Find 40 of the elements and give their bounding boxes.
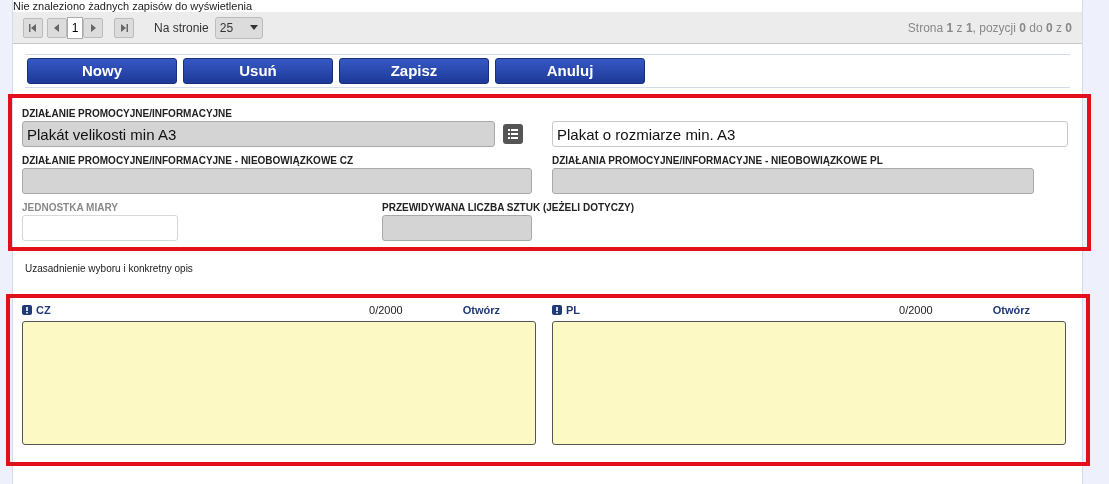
last-page-button[interactable] — [114, 17, 134, 38]
list-icon[interactable] — [503, 124, 523, 144]
input-field[interactable]: Plakát velikosti min A3 — [22, 121, 495, 147]
page-number-field[interactable]: 1 — [67, 16, 83, 39]
left-triangle-icon — [28, 22, 38, 33]
right-triangle-icon — [119, 22, 129, 33]
field-label: DZIAŁANIE PROMOCYJNE/INFORMACYJNE — [22, 107, 233, 121]
field-label: PRZEWIDYWANA LICZBA SZTUK (JEŻELI DOTYCZY) — [382, 201, 635, 215]
status-message: Nie znaleziono żadnych zapisów do wyświetlenia — [13, 0, 254, 12]
input-field[interactable] — [552, 168, 1034, 194]
left-triangle-icon — [52, 22, 62, 33]
previous-page-button[interactable] — [47, 17, 67, 38]
section-title: Uzasadnienie wyboru i konkretny opis — [25, 262, 194, 276]
next-page-button[interactable] — [83, 17, 103, 38]
pager-summary: Strona 1 z 1, pozycji 0 do 0 z 0 — [907, 19, 1072, 37]
action-button[interactable]: Anuluj — [495, 58, 645, 84]
open-link[interactable]: Otwórz — [992, 301, 1030, 319]
action-button[interactable]: Usuń — [183, 58, 333, 84]
field-label: JEDNOSTKA MIARY — [22, 201, 119, 215]
input-field[interactable] — [22, 168, 532, 194]
dropdown-caret-icon — [249, 25, 258, 30]
per-page-select[interactable]: 25 — [214, 16, 263, 39]
input-field[interactable]: Plakat o rozmiarze min. A3 — [552, 121, 1068, 147]
text-area[interactable] — [552, 321, 1066, 445]
right-triangle-icon — [88, 22, 98, 33]
language-label: PL — [566, 302, 581, 318]
field-label: DZIAŁANIE PROMOCYJNE/INFORMACYJNE - NIEOBOWIĄZKOWE CZ — [22, 154, 355, 168]
action-button[interactable]: Nowy — [27, 58, 177, 84]
required-icon — [552, 305, 562, 315]
per-page-label: Na stronie — [154, 19, 209, 37]
character-count: 0/2000 — [369, 302, 403, 318]
text-area[interactable] — [22, 321, 536, 445]
field-label: DZIAŁANIA PROMOCYJNE/INFORMACYJNE - NIEOBOWIĄZKOWE PL — [552, 154, 884, 168]
required-icon — [22, 305, 32, 315]
character-count: 0/2000 — [899, 302, 933, 318]
language-label: CZ — [36, 302, 51, 318]
open-link[interactable]: Otwórz — [462, 301, 500, 319]
input-field[interactable] — [382, 215, 532, 241]
first-page-button[interactable] — [23, 17, 43, 38]
action-button[interactable]: Zapisz — [339, 58, 489, 84]
